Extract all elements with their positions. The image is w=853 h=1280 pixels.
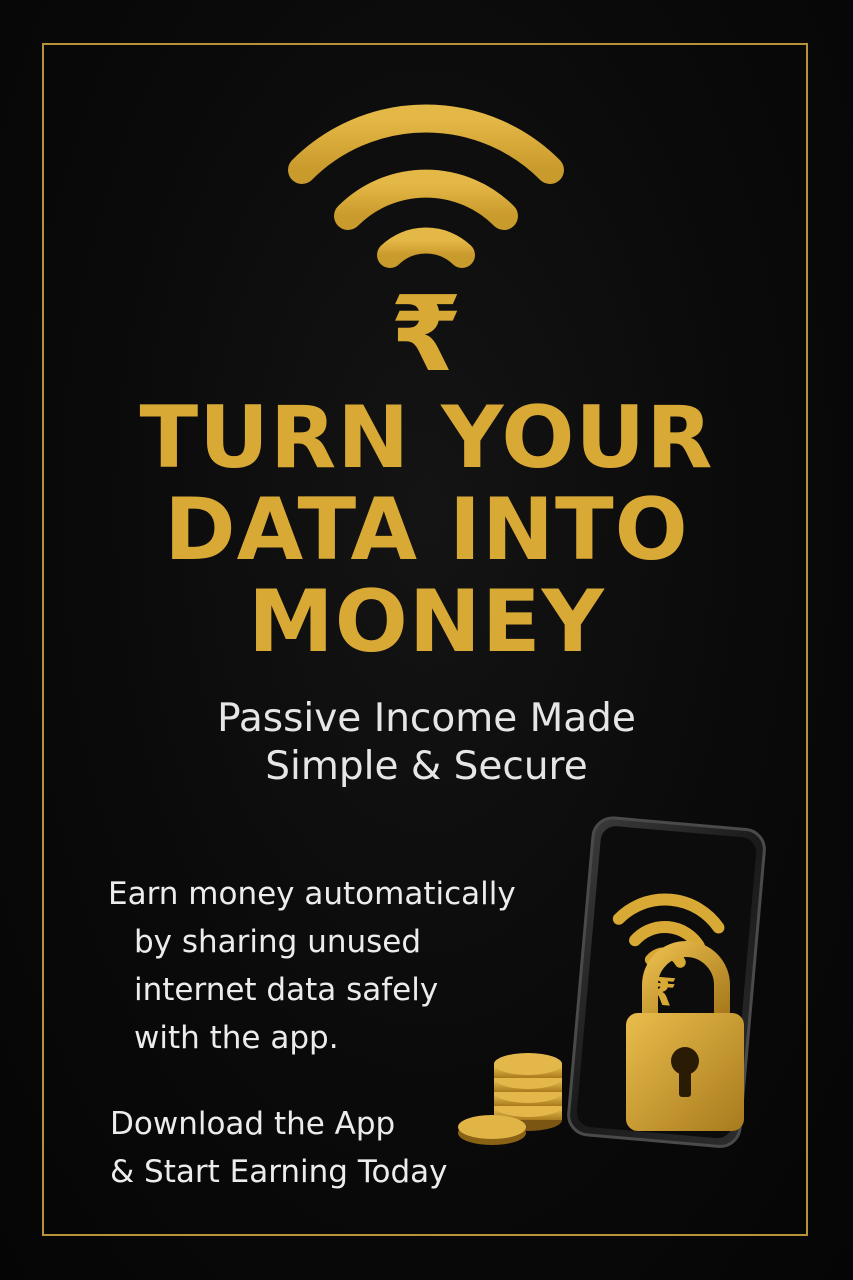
- wifi-arc-middle: [334, 169, 518, 230]
- subheadline: Passive Income Made Simple & Secure: [80, 695, 773, 791]
- coin-stack-icon: [458, 1053, 562, 1145]
- wifi-rupee-icon: ₹: [266, 98, 586, 395]
- wifi-arc-inner: [377, 227, 475, 268]
- phone-coins-lock-illustration: ₹: [450, 815, 770, 1160]
- wifi-arc-outer: [288, 104, 564, 184]
- poster: ₹ TURN YOUR DATA INTO MONEY Passive Inco…: [0, 0, 853, 1280]
- subheadline-line-1: Passive Income Made: [217, 696, 636, 741]
- headline-line-1: TURN YOUR: [139, 388, 714, 488]
- rupee-symbol: ₹: [390, 273, 462, 383]
- headline-line-3: MONEY: [248, 572, 605, 672]
- headline-line-2: DATA INTO: [164, 480, 689, 580]
- subheadline-line-2: Simple & Secure: [265, 744, 588, 789]
- illustration-svg: ₹: [458, 816, 766, 1148]
- headline: TURN YOUR DATA INTO MONEY: [60, 392, 793, 668]
- wifi-rupee-icon-svg: ₹: [288, 104, 564, 395]
